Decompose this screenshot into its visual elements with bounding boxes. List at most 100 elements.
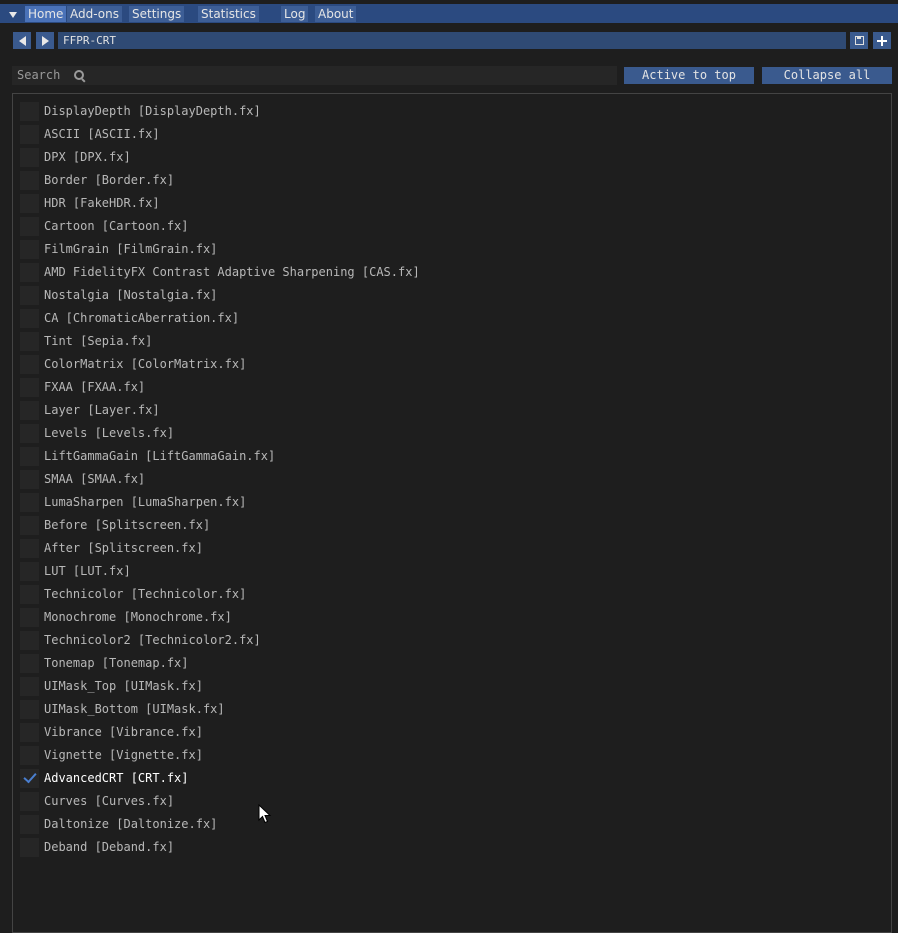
- effect-label: Border [Border.fx]: [44, 173, 175, 187]
- effect-item[interactable]: LiftGammaGain [LiftGammaGain.fx]: [20, 446, 275, 466]
- effect-label: DPX [DPX.fx]: [44, 150, 131, 164]
- effect-item[interactable]: AMD FidelityFX Contrast Adaptive Sharpen…: [20, 262, 420, 282]
- effect-checkbox[interactable]: [20, 584, 39, 604]
- effect-checkbox[interactable]: [20, 469, 39, 489]
- effect-checkbox[interactable]: [20, 538, 39, 558]
- effect-checkbox[interactable]: [20, 722, 39, 742]
- tab-log[interactable]: Log: [281, 6, 309, 22]
- effect-label: ASCII [ASCII.fx]: [44, 127, 160, 141]
- effect-checkbox[interactable]: [20, 515, 39, 535]
- effect-checkbox[interactable]: [20, 630, 39, 650]
- effect-item[interactable]: Levels [Levels.fx]: [20, 423, 174, 443]
- effect-item[interactable]: Deband [Deband.fx]: [20, 837, 174, 857]
- effect-checkbox[interactable]: [20, 262, 39, 282]
- effect-item[interactable]: FilmGrain [FilmGrain.fx]: [20, 239, 217, 259]
- effect-checkbox[interactable]: [20, 768, 39, 788]
- effect-item[interactable]: CA [ChromaticAberration.fx]: [20, 308, 239, 328]
- effect-checkbox[interactable]: [20, 446, 39, 466]
- effect-item[interactable]: Border [Border.fx]: [20, 170, 174, 190]
- tab-statistics[interactable]: Statistics: [198, 6, 259, 22]
- effect-item[interactable]: HDR [FakeHDR.fx]: [20, 193, 160, 213]
- search-input[interactable]: Search: [12, 66, 617, 85]
- effect-checkbox[interactable]: [20, 837, 39, 857]
- effect-checkbox[interactable]: [20, 331, 39, 351]
- effect-item[interactable]: FXAA [FXAA.fx]: [20, 377, 145, 397]
- effect-item[interactable]: Layer [Layer.fx]: [20, 400, 160, 420]
- effect-item[interactable]: DPX [DPX.fx]: [20, 147, 131, 167]
- effect-label: LumaSharpen [LumaSharpen.fx]: [44, 495, 247, 509]
- preset-selector[interactable]: FFPR-CRT: [58, 32, 846, 49]
- tab-bar: Home Add-ons Settings Statistics Log Abo…: [0, 4, 898, 23]
- effect-item[interactable]: Vignette [Vignette.fx]: [20, 745, 203, 765]
- effect-item[interactable]: Technicolor [Technicolor.fx]: [20, 584, 246, 604]
- effect-checkbox[interactable]: [20, 193, 39, 213]
- effect-checkbox[interactable]: [20, 814, 39, 834]
- effect-checkbox[interactable]: [20, 676, 39, 696]
- effect-item[interactable]: LUT [LUT.fx]: [20, 561, 131, 581]
- effect-checkbox[interactable]: [20, 308, 39, 328]
- effect-label: Nostalgia [Nostalgia.fx]: [44, 288, 218, 302]
- active-to-top-button[interactable]: Active to top: [624, 67, 754, 84]
- save-preset-button[interactable]: [850, 32, 868, 49]
- effect-item[interactable]: Nostalgia [Nostalgia.fx]: [20, 285, 217, 305]
- effect-checkbox[interactable]: [20, 377, 39, 397]
- effect-item[interactable]: After [Splitscreen.fx]: [20, 538, 203, 558]
- effect-item[interactable]: Tint [Sepia.fx]: [20, 331, 152, 351]
- effect-checkbox[interactable]: [20, 400, 39, 420]
- effect-checkbox[interactable]: [20, 561, 39, 581]
- effect-item[interactable]: LumaSharpen [LumaSharpen.fx]: [20, 492, 246, 512]
- effect-checkbox[interactable]: [20, 239, 39, 259]
- effect-label: ColorMatrix [ColorMatrix.fx]: [44, 357, 247, 371]
- effect-item[interactable]: Before [Splitscreen.fx]: [20, 515, 210, 535]
- effect-item[interactable]: AdvancedCRT [CRT.fx]: [20, 768, 189, 788]
- effect-label: Before [Splitscreen.fx]: [44, 518, 211, 532]
- effect-item[interactable]: Curves [Curves.fx]: [20, 791, 174, 811]
- effect-checkbox[interactable]: [20, 216, 39, 236]
- effect-label: LiftGammaGain [LiftGammaGain.fx]: [44, 449, 276, 463]
- plus-icon: [877, 35, 887, 46]
- effect-label: Daltonize [Daltonize.fx]: [44, 817, 218, 831]
- effect-checkbox[interactable]: [20, 285, 39, 305]
- effect-label: Tint [Sepia.fx]: [44, 334, 153, 348]
- window-collapse-button[interactable]: [4, 6, 22, 21]
- effect-item[interactable]: Monochrome [Monochrome.fx]: [20, 607, 232, 627]
- effect-checkbox[interactable]: [20, 147, 39, 167]
- effect-checkbox[interactable]: [20, 699, 39, 719]
- effect-checkbox[interactable]: [20, 354, 39, 374]
- effect-checkbox[interactable]: [20, 101, 39, 121]
- effect-item[interactable]: DisplayDepth [DisplayDepth.fx]: [20, 101, 261, 121]
- effect-item[interactable]: Vibrance [Vibrance.fx]: [20, 722, 203, 742]
- effect-item[interactable]: Daltonize [Daltonize.fx]: [20, 814, 217, 834]
- effect-checkbox[interactable]: [20, 170, 39, 190]
- effect-label: LUT [LUT.fx]: [44, 564, 131, 578]
- next-preset-button[interactable]: [36, 32, 54, 49]
- tab-settings[interactable]: Settings: [129, 6, 185, 22]
- effect-item[interactable]: ASCII [ASCII.fx]: [20, 124, 160, 144]
- effect-item[interactable]: Technicolor2 [Technicolor2.fx]: [20, 630, 261, 650]
- effect-checkbox[interactable]: [20, 492, 39, 512]
- effect-label: After [Splitscreen.fx]: [44, 541, 203, 555]
- effect-label: Layer [Layer.fx]: [44, 403, 160, 417]
- tab-about[interactable]: About: [315, 6, 357, 22]
- effect-item[interactable]: Cartoon [Cartoon.fx]: [20, 216, 189, 236]
- previous-preset-button[interactable]: [13, 32, 31, 49]
- effect-item[interactable]: UIMask_Bottom [UIMask.fx]: [20, 699, 225, 719]
- tab-home[interactable]: Home: [25, 6, 67, 22]
- effect-label: DisplayDepth [DisplayDepth.fx]: [44, 104, 261, 118]
- effect-checkbox[interactable]: [20, 791, 39, 811]
- effect-checkbox[interactable]: [20, 745, 39, 765]
- effect-label: FXAA [FXAA.fx]: [44, 380, 146, 394]
- tab-add-ons[interactable]: Add-ons: [67, 6, 122, 22]
- effect-item[interactable]: ColorMatrix [ColorMatrix.fx]: [20, 354, 246, 374]
- add-preset-button[interactable]: [873, 32, 891, 49]
- effect-checkbox[interactable]: [20, 607, 39, 627]
- effect-item[interactable]: SMAA [SMAA.fx]: [20, 469, 145, 489]
- effect-label: Technicolor2 [Technicolor2.fx]: [44, 633, 261, 647]
- collapse-all-button[interactable]: Collapse all: [762, 67, 892, 84]
- save-icon: [854, 36, 864, 45]
- effect-item[interactable]: Tonemap [Tonemap.fx]: [20, 653, 189, 673]
- effect-checkbox[interactable]: [20, 423, 39, 443]
- effect-checkbox[interactable]: [20, 653, 39, 673]
- effect-checkbox[interactable]: [20, 124, 39, 144]
- effect-item[interactable]: UIMask_Top [UIMask.fx]: [20, 676, 203, 696]
